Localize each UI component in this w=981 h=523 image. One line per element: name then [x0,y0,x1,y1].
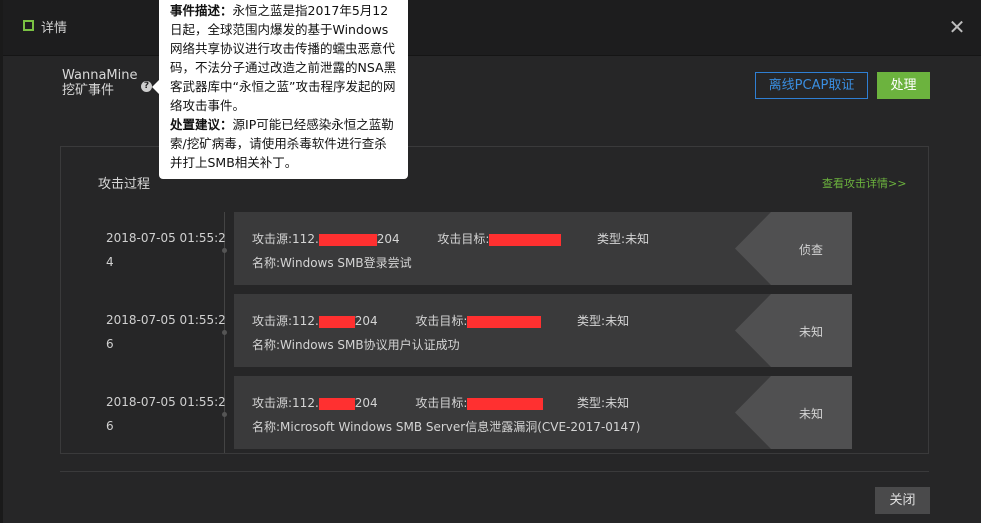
stage-tag-shape [735,376,852,449]
redaction-block [318,233,377,246]
attack-source-suffix: 204 [354,314,378,328]
attack-source-prefix: 攻击源:112. [252,314,319,328]
card-info-line: 攻击源:112. 204 攻击目标: 类型:未知 [252,394,629,411]
stage-tag: 未知 [735,376,852,449]
event-name-line2: 挖矿事件 [62,83,115,98]
event-tooltip: 事件描述：永恒之蓝是指2017年5月12日起，全球范围内爆发的基于Windows… [159,0,408,179]
dialog-title: 详情 [41,21,68,36]
tooltip-desc-text: 永恒之蓝是指2017年5月12日起，全球范围内爆发的基于Windows网络共享协… [170,3,397,113]
attack-target-label: 攻击目标: [437,232,490,246]
row-time: 2018-07-05 01:55:26 [106,313,226,351]
offline-pcap-button[interactable]: 离线PCAP取证 [755,72,868,99]
redaction-block [318,315,355,328]
attack-card: 攻击源:112. 204 攻击目标: 类型:未知 名称:Microsoft Win… [234,376,852,449]
attack-name: 名称:Microsoft Windows SMB Server信息泄露漏洞(CV… [252,420,641,434]
handle-button[interactable]: 处理 [877,72,930,99]
attack-card: 攻击源:112. 204 攻击目标: 类型:未知 名称:Windows SMB登录… [234,212,852,285]
window-square-icon [23,20,34,31]
tooltip-desc-label: 事件描述： [170,3,233,18]
event-name-line1: WannaMine [62,68,138,83]
card-info-line: 攻击源:112. 204 攻击目标: 类型:未知 [252,230,649,247]
row-time: 2018-07-05 01:55:26 [106,395,226,433]
timeline-dot [222,412,227,417]
close-icon[interactable]: ✕ [947,17,967,37]
redaction-block [467,315,542,328]
card-info-line: 攻击源:112. 204 攻击目标: 类型:未知 [252,312,629,329]
event-name: WannaMine 挖矿事件 [62,68,138,98]
timeline-dot [222,330,227,335]
attack-name: 名称:Windows SMB协议用户认证成功 [252,338,460,352]
tooltip-arrow [152,80,159,94]
timeline-dot [222,248,227,253]
attack-card: 攻击源:112. 204 攻击目标: 类型:未知 名称:Windows SMB协议… [234,294,852,367]
attack-source-prefix: 攻击源:112. [252,232,319,246]
attack-target-label: 攻击目标: [415,396,468,410]
close-button[interactable]: 关闭 [875,487,930,514]
attack-type: 类型:未知 [577,314,630,328]
stage-tag: 未知 [735,294,852,367]
stage-tag-shape [735,294,852,367]
stage-tag: 侦查 [735,212,852,285]
stage-tag-label: 侦查 [799,243,824,257]
attack-type: 类型:未知 [597,232,650,246]
detail-dialog: 详情 ✕ WannaMine 挖矿事件 ? 离线PCAP取证 处理 攻击过程 查… [0,0,981,523]
attack-name: 名称:Windows SMB登录尝试 [252,256,412,270]
tooltip-advice-label: 处置建议： [170,117,233,132]
attack-target-label: 攻击目标: [415,314,468,328]
row-time: 2018-07-05 01:55:24 [106,231,226,269]
footer-divider [60,471,929,472]
attack-source-suffix: 204 [376,232,400,246]
stage-tag-label: 未知 [799,325,824,339]
attack-source-suffix: 204 [354,396,378,410]
help-icon[interactable]: ? [141,81,152,92]
view-attack-detail-link[interactable]: 查看攻击详情>> [822,175,906,191]
redaction-block [489,233,562,246]
attack-process-title: 攻击过程 [98,177,151,192]
stage-tag-label: 未知 [799,407,824,421]
attack-source-prefix: 攻击源:112. [252,396,319,410]
attack-type: 类型:未知 [577,396,630,410]
redaction-block [318,397,355,410]
stage-tag-shape [735,212,852,285]
redaction-block [467,397,544,410]
dialog-header: 详情 ✕ [3,0,981,56]
